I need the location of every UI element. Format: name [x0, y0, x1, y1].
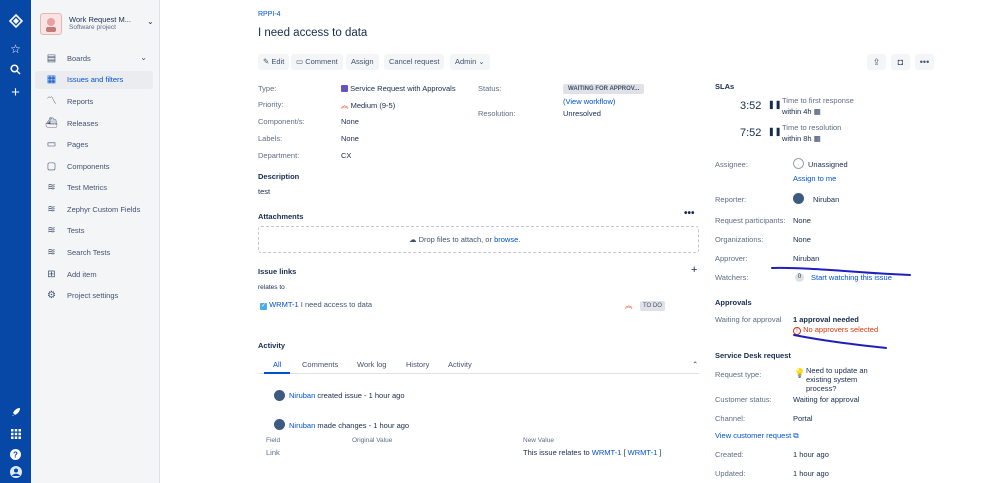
sidebar-item-zephyr-custom-fields[interactable]: ≋ Zephyr Custom Fields [35, 201, 153, 219]
sidebar-item-label: Boards [67, 54, 91, 63]
sidebar-item-test-metrics[interactable]: ≋ Test Metrics [35, 179, 153, 197]
sidebar-item-pages[interactable]: ▭ Pages [35, 136, 153, 154]
sidebar-item-label: Pages [67, 140, 89, 149]
sidebar-item-issues-and-filters[interactable]: ▦ Issues and filters [35, 71, 153, 89]
approver-underline-annotation [771, 266, 911, 276]
component-icon: ▢ [46, 161, 57, 172]
page-icon: ▭ [46, 139, 57, 150]
global-nav: ☆ + ? [0, 0, 31, 483]
rocket-icon[interactable] [6, 405, 25, 421]
svg-text:?: ? [13, 450, 18, 459]
star-icon[interactable]: ☆ [6, 41, 25, 57]
sidebar-item-add-item[interactable]: ⊞ Add item [35, 266, 153, 284]
annotation-overlay [771, 266, 911, 349]
create-plus-icon[interactable]: + [6, 85, 25, 101]
project-sidebar: Work Request M... Software project ⌄ ▤ B… [31, 0, 160, 483]
ship-icon: ⛴ [45, 118, 58, 129]
sidebar-item-label: Tests [67, 226, 85, 235]
sidebar-item-label: Search Tests [67, 248, 111, 257]
chevron-down-icon[interactable]: ⌄ [147, 17, 154, 26]
sidebar-item-label: Issues and filters [67, 75, 124, 84]
project-name: Work Request M... [69, 15, 131, 24]
project-type: Software project [69, 24, 116, 31]
zephyr-icon: ≋ [47, 204, 56, 215]
sidebar-item-label: Test Metrics [67, 183, 108, 192]
help-icon[interactable]: ? [6, 448, 25, 464]
sidebar-item-label: Zephyr Custom Fields [67, 205, 141, 214]
chevron-down-icon[interactable]: ⌄ [140, 53, 147, 62]
tests-icon: ≋ [47, 225, 56, 236]
sidebar-item-reports[interactable]: 〽 Reports [35, 93, 153, 111]
chart-icon: 〽 [46, 96, 57, 107]
project-avatar [40, 13, 62, 35]
sidebar-item-tests[interactable]: ≋ Tests [35, 222, 153, 240]
sidebar-item-label: Reports [67, 97, 94, 106]
app-switcher-icon[interactable] [6, 427, 25, 443]
profile-avatar-icon[interactable] [6, 466, 25, 482]
search-icon[interactable] [6, 63, 25, 79]
sidebar-item-search-tests[interactable]: ≋ Search Tests [35, 244, 153, 262]
jira-logo-icon[interactable] [6, 13, 25, 30]
sidebar-item-label: Project settings [67, 291, 119, 300]
gear-icon: ⚙ [47, 290, 56, 301]
sidebar-item-boards[interactable]: ▤ Boards ⌄ [35, 50, 153, 68]
metrics-icon: ≋ [47, 182, 56, 193]
sidebar-item-label: Add item [67, 270, 97, 279]
approvals-underline-annotation [793, 334, 887, 349]
sidebar-item-project-settings[interactable]: ⚙ Project settings [35, 287, 153, 305]
issues-icon: ▦ [46, 74, 57, 85]
board-icon: ▤ [46, 53, 57, 64]
project-header[interactable]: Work Request M... Software project ⌄ [40, 13, 156, 37]
sidebar-item-releases[interactable]: ⛴ Releases [35, 115, 153, 133]
issue-view: RPPI-4 I need access to data ✎ Edit ▭ Co… [160, 0, 999, 483]
sidebar-item-components[interactable]: ▢ Components [35, 158, 153, 176]
add-icon: ⊞ [47, 269, 56, 280]
sidebar-item-label: Releases [67, 119, 99, 128]
search-tests-icon: ≋ [47, 247, 56, 258]
sidebar-item-label: Components [67, 162, 110, 171]
